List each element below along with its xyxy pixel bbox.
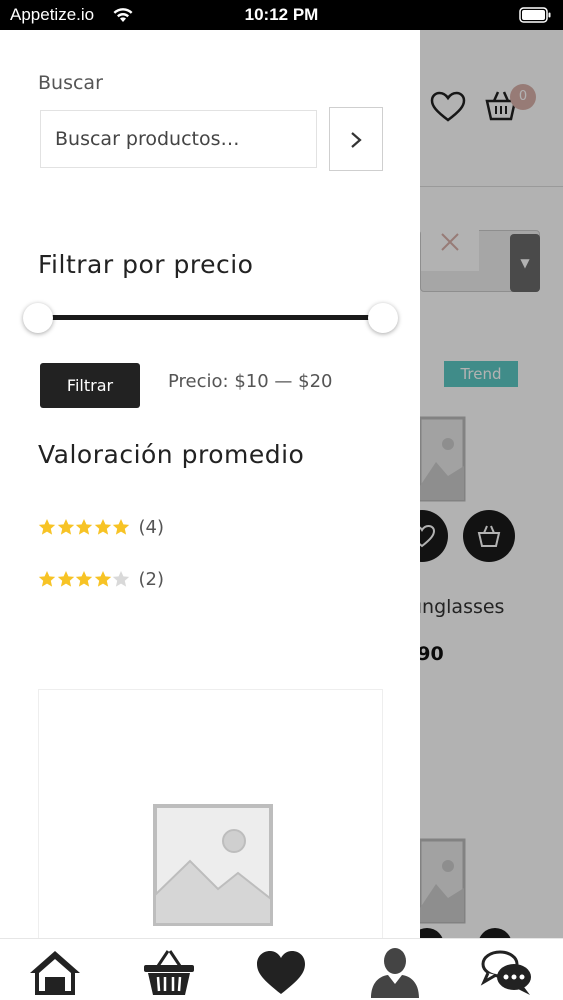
chat-icon — [480, 950, 531, 995]
chevron-right-icon — [351, 132, 362, 148]
star-rating — [38, 518, 131, 536]
star-filled-icon — [57, 519, 74, 535]
status-bar: Appetize.io 10:12 PM — [0, 0, 563, 30]
tab-account[interactable] — [366, 946, 424, 998]
home-icon — [30, 951, 80, 995]
price-slider-track[interactable] — [38, 315, 383, 320]
search-label: Buscar — [38, 72, 103, 94]
tab-shop[interactable] — [140, 946, 198, 998]
search-input[interactable] — [40, 110, 317, 168]
filter-button[interactable]: Filtrar — [40, 363, 140, 408]
star-filled-icon — [94, 519, 111, 535]
search-button[interactable] — [329, 107, 383, 171]
heart-icon — [257, 951, 305, 994]
status-time: 10:12 PM — [244, 5, 319, 24]
price-slider-min-handle[interactable] — [23, 303, 53, 333]
filter-drawer: Buscar Filtrar por precio Filtrar Precio… — [0, 30, 420, 938]
star-filled-icon — [94, 571, 111, 587]
price-slider-max-handle[interactable] — [368, 303, 398, 333]
shopping-basket-icon — [144, 950, 194, 995]
battery-icon — [519, 7, 551, 23]
price-filter-title: Filtrar por precio — [38, 250, 254, 279]
star-filled-icon — [38, 571, 56, 587]
star-filled-icon — [38, 519, 56, 535]
drawer-overlay[interactable] — [420, 30, 563, 938]
user-icon — [371, 948, 419, 998]
star-filled-icon — [75, 519, 93, 535]
bottom-tab-bar — [0, 938, 563, 1000]
product-card[interactable] — [38, 689, 383, 938]
tab-home[interactable] — [26, 946, 84, 998]
tab-chat[interactable] — [478, 946, 536, 998]
rating-count: (2) — [138, 568, 165, 590]
price-range-label: Precio: $10 — $20 — [168, 371, 333, 392]
star-rating — [38, 570, 131, 588]
star-empty-icon — [112, 571, 130, 587]
star-filled-icon — [75, 571, 93, 587]
star-filled-icon — [112, 519, 130, 535]
star-filled-icon — [57, 571, 74, 587]
rating-filter-title: Valoración promedio — [38, 440, 305, 469]
rating-filter-4-stars[interactable]: (2) — [38, 566, 164, 592]
tab-favorites[interactable] — [252, 946, 310, 998]
rating-filter-5-stars[interactable]: (4) — [38, 514, 164, 540]
image-placeholder-icon — [153, 804, 273, 926]
rating-count: (4) — [138, 516, 165, 538]
